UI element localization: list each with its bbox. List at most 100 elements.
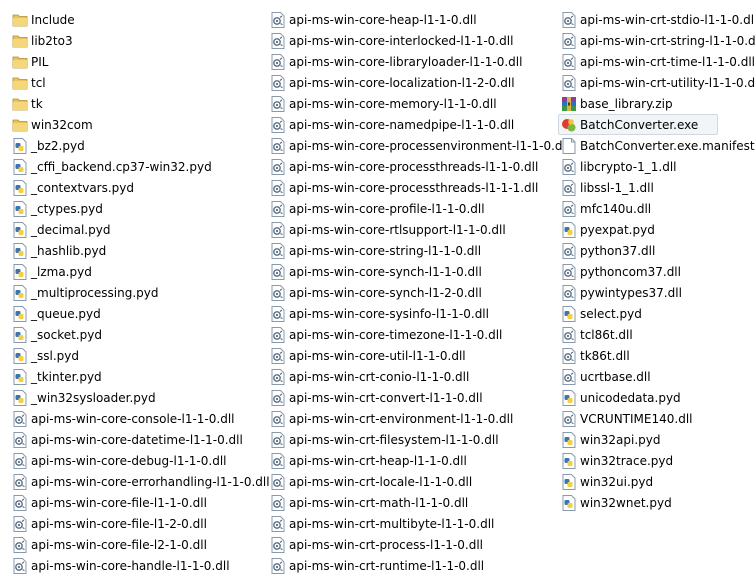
file-item[interactable]: _contextvars.pyd [9, 177, 264, 198]
dll-file-icon [561, 179, 577, 196]
python-file-icon [12, 158, 28, 175]
file-item[interactable]: api-ms-win-core-libraryloader-l1-1-0.dll [267, 51, 550, 72]
python-file-icon [12, 389, 28, 406]
file-item[interactable]: pythoncom37.dll [558, 261, 755, 282]
file-name: win32com [31, 117, 93, 132]
file-item[interactable]: _multiprocessing.pyd [9, 282, 264, 303]
file-item[interactable]: api-ms-win-core-rtlsupport-l1-1-0.dll [267, 219, 550, 240]
file-item[interactable]: api-ms-win-crt-filesystem-l1-1-0.dll [267, 429, 550, 450]
file-item[interactable]: api-ms-win-crt-environment-l1-1-0.dll [267, 408, 550, 429]
file-name: api-ms-win-core-file-l1-1-0.dll [31, 495, 207, 510]
file-item[interactable]: tcl [9, 72, 264, 93]
file-item[interactable]: _decimal.pyd [9, 219, 264, 240]
file-item[interactable]: Include [9, 9, 264, 30]
file-item[interactable]: tcl86t.dll [558, 324, 755, 345]
file-item[interactable]: PIL [9, 51, 264, 72]
file-item[interactable]: libcrypto-1_1.dll [558, 156, 755, 177]
file-item[interactable]: api-ms-win-crt-multibyte-l1-1-0.dll [267, 513, 550, 534]
file-item[interactable]: api-ms-win-core-memory-l1-1-0.dll [267, 93, 550, 114]
file-item[interactable]: api-ms-win-crt-process-l1-1-0.dll [267, 534, 550, 555]
file-item[interactable]: select.pyd [558, 303, 755, 324]
file-item[interactable]: api-ms-win-core-debug-l1-1-0.dll [9, 450, 264, 471]
python-file-icon [561, 431, 577, 448]
file-item[interactable]: win32trace.pyd [558, 450, 755, 471]
python-file-icon [12, 242, 28, 259]
file-item[interactable]: api-ms-win-crt-locale-l1-1-0.dll [267, 471, 550, 492]
file-item[interactable]: tk [9, 93, 264, 114]
folder-icon [12, 12, 28, 28]
file-item[interactable]: api-ms-win-core-datetime-l1-1-0.dll [9, 429, 264, 450]
file-item[interactable]: unicodedata.pyd [558, 387, 755, 408]
file-item[interactable]: _tkinter.pyd [9, 366, 264, 387]
file-item[interactable]: api-ms-win-core-processthreads-l1-1-0.dl… [267, 156, 550, 177]
dll-file-icon [12, 557, 28, 574]
dll-file-icon [270, 368, 286, 385]
file-item[interactable]: api-ms-win-core-file-l1-2-0.dll [9, 513, 264, 534]
file-item[interactable]: _bz2.pyd [9, 135, 264, 156]
file-item[interactable]: pywintypes37.dll [558, 282, 755, 303]
file-name: _decimal.pyd [31, 222, 111, 237]
file-item[interactable]: _lzma.pyd [9, 261, 264, 282]
file-item[interactable]: VCRUNTIME140.dll [558, 408, 755, 429]
file-item[interactable]: win32wnet.pyd [558, 492, 755, 513]
file-item[interactable]: api-ms-win-core-heap-l1-1-0.dll [267, 9, 550, 30]
file-item[interactable]: win32ui.pyd [558, 471, 755, 492]
file-item[interactable]: api-ms-win-core-timezone-l1-1-0.dll [267, 324, 550, 345]
file-item[interactable]: win32api.pyd [558, 429, 755, 450]
file-item[interactable]: api-ms-win-core-synch-l1-1-0.dll [267, 261, 550, 282]
file-name: _contextvars.pyd [31, 180, 135, 195]
file-item[interactable]: api-ms-win-core-sysinfo-l1-1-0.dll [267, 303, 550, 324]
dll-file-icon [270, 200, 286, 217]
dll-file-icon [270, 515, 286, 532]
file-item[interactable]: api-ms-win-core-string-l1-1-0.dll [267, 240, 550, 261]
file-item[interactable]: _cffi_backend.cp37-win32.pyd [9, 156, 264, 177]
file-item[interactable]: mfc140u.dll [558, 198, 755, 219]
blank-file-icon [561, 137, 577, 154]
file-item[interactable]: _queue.pyd [9, 303, 264, 324]
file-item[interactable]: api-ms-win-crt-math-l1-1-0.dll [267, 492, 550, 513]
file-item[interactable]: api-ms-win-crt-convert-l1-1-0.dll [267, 387, 550, 408]
file-item[interactable]: BatchConverter.exe.manifest [558, 135, 755, 156]
file-item[interactable]: api-ms-win-core-processthreads-l1-1-1.dl… [267, 177, 550, 198]
file-item[interactable]: api-ms-win-crt-string-l1-1-0.dll [558, 30, 755, 51]
file-item[interactable]: api-ms-win-core-file-l2-1-0.dll [9, 534, 264, 555]
file-item[interactable]: api-ms-win-core-localization-l1-2-0.dll [267, 72, 550, 93]
file-name: api-ms-win-crt-runtime-l1-1-0.dll [289, 558, 485, 573]
file-item[interactable]: api-ms-win-core-namedpipe-l1-1-0.dll [267, 114, 550, 135]
file-item[interactable]: api-ms-win-core-interlocked-l1-1-0.dll [267, 30, 550, 51]
file-item[interactable]: base_library.zip [558, 93, 755, 114]
file-item[interactable]: api-ms-win-core-file-l1-1-0.dll [9, 492, 264, 513]
file-item[interactable]: _hashlib.pyd [9, 240, 264, 261]
file-item[interactable]: lib2to3 [9, 30, 264, 51]
file-item[interactable]: api-ms-win-crt-heap-l1-1-0.dll [267, 450, 550, 471]
file-item[interactable]: _ssl.pyd [9, 345, 264, 366]
file-item[interactable]: win32com [9, 114, 264, 135]
file-item[interactable]: api-ms-win-crt-utility-l1-1-0.dll [558, 72, 755, 93]
file-name: api-ms-win-crt-process-l1-1-0.dll [289, 537, 483, 552]
dll-file-icon [561, 53, 577, 70]
file-item[interactable]: api-ms-win-crt-conio-l1-1-0.dll [267, 366, 550, 387]
dll-file-icon [270, 431, 286, 448]
file-item[interactable]: api-ms-win-core-synch-l1-2-0.dll [267, 282, 550, 303]
file-item[interactable]: _win32sysloader.pyd [9, 387, 264, 408]
file-item[interactable]: python37.dll [558, 240, 755, 261]
file-item[interactable]: pyexpat.pyd [558, 219, 755, 240]
file-item[interactable]: tk86t.dll [558, 345, 755, 366]
python-file-icon [12, 368, 28, 385]
dll-file-icon [270, 74, 286, 91]
file-item[interactable]: BatchConverter.exe [558, 114, 718, 135]
file-item[interactable]: api-ms-win-crt-time-l1-1-0.dll [558, 51, 755, 72]
file-item[interactable]: api-ms-win-crt-stdio-l1-1-0.dll [558, 9, 755, 30]
file-item[interactable]: api-ms-win-core-handle-l1-1-0.dll [9, 555, 264, 576]
file-item[interactable]: api-ms-win-core-console-l1-1-0.dll [9, 408, 264, 429]
dll-file-icon [270, 536, 286, 553]
file-item[interactable]: libssl-1_1.dll [558, 177, 755, 198]
file-item[interactable]: ucrtbase.dll [558, 366, 755, 387]
file-item[interactable]: api-ms-win-core-processenvironment-l1-1-… [267, 135, 569, 156]
file-item[interactable]: api-ms-win-core-errorhandling-l1-1-0.dll [9, 471, 270, 492]
file-item[interactable]: api-ms-win-core-util-l1-1-0.dll [267, 345, 550, 366]
file-item[interactable]: api-ms-win-core-profile-l1-1-0.dll [267, 198, 550, 219]
file-item[interactable]: _socket.pyd [9, 324, 264, 345]
file-item[interactable]: api-ms-win-crt-runtime-l1-1-0.dll [267, 555, 550, 576]
file-item[interactable]: _ctypes.pyd [9, 198, 264, 219]
